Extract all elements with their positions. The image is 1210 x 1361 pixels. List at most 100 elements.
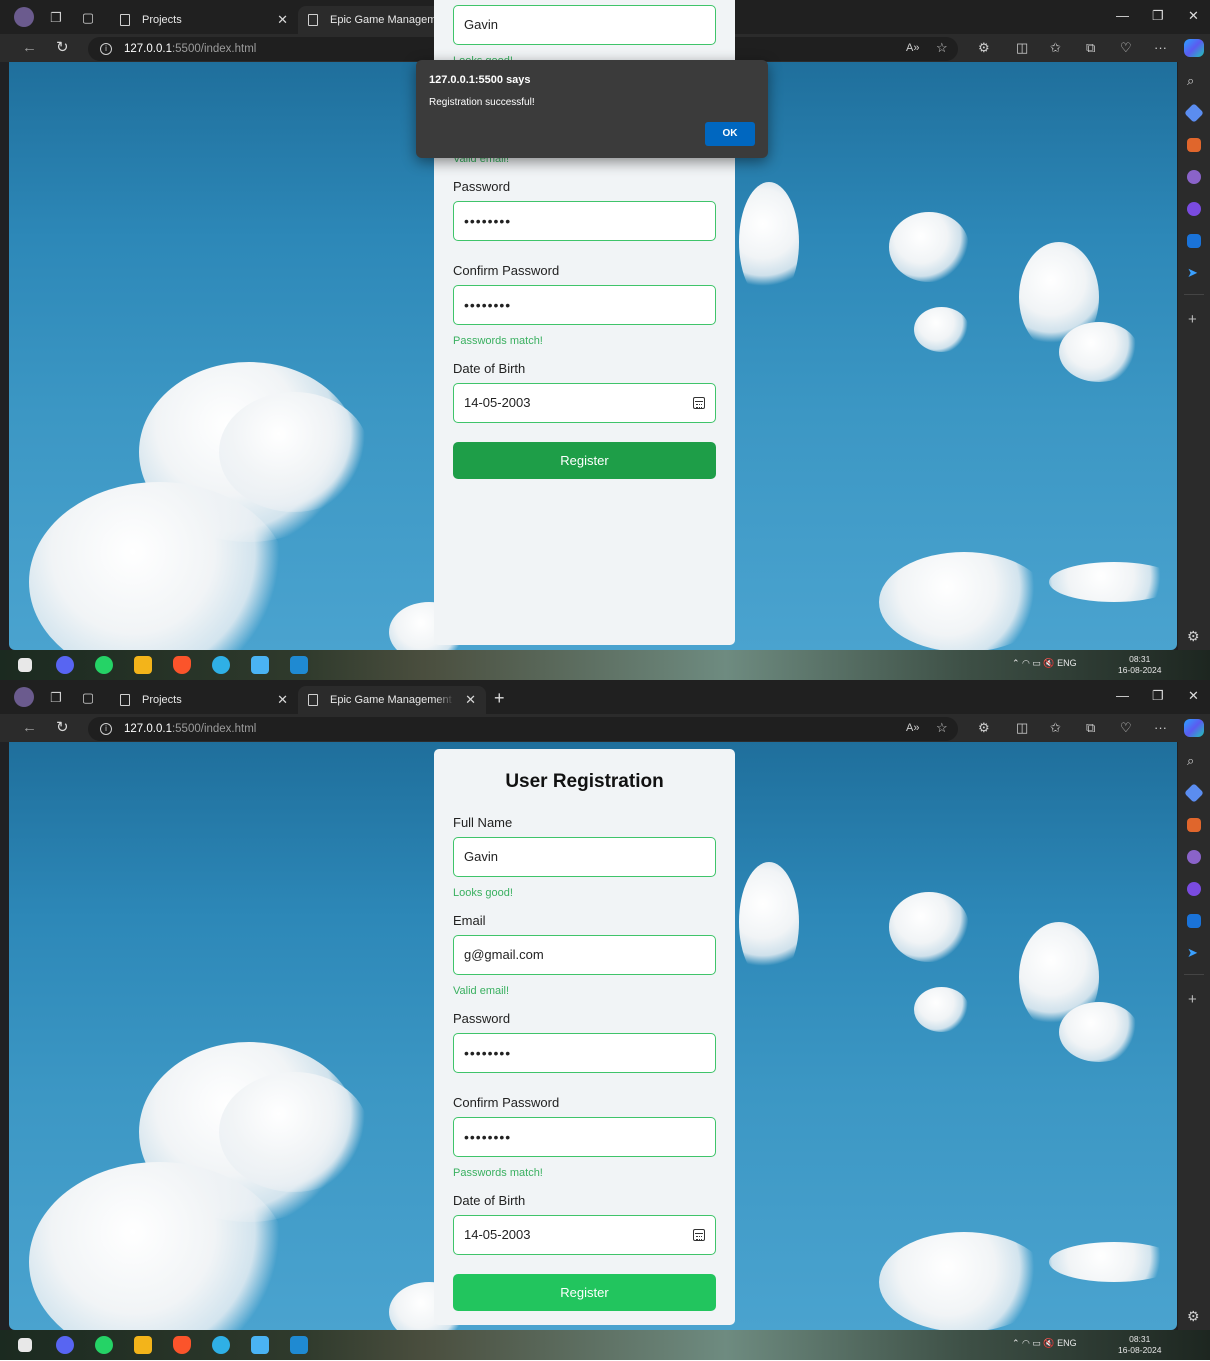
edge-icon[interactable] [212, 656, 230, 674]
send-icon[interactable]: ➤ [1187, 946, 1201, 960]
info-icon[interactable]: i [100, 43, 112, 55]
settings-icon[interactable]: ⚙ [1187, 628, 1200, 645]
new-tab-icon[interactable]: + [494, 686, 505, 710]
tab-projects[interactable]: Projects ✕ [110, 686, 298, 714]
star-icon[interactable]: ☆ [936, 40, 948, 56]
vscode-icon[interactable] [290, 656, 308, 674]
copilot-app-icon[interactable] [1187, 882, 1201, 896]
calendar-icon[interactable] [693, 397, 705, 409]
file-explorer-icon[interactable] [134, 1336, 152, 1354]
reload-icon[interactable]: ↻ [56, 39, 69, 57]
system-tray[interactable]: ⌃ ◠ ▭ 🔇 ENG [1012, 1338, 1077, 1349]
extensions-icon[interactable]: ⚙ [978, 40, 990, 56]
toolbox-icon[interactable] [1187, 138, 1201, 152]
confirm-password-input[interactable]: •••••••• [453, 285, 716, 325]
tab-actions-icon[interactable]: ▢ [80, 10, 96, 26]
close-window-icon[interactable]: ✕ [1188, 8, 1199, 24]
vscode-icon[interactable] [290, 1336, 308, 1354]
send-icon[interactable]: ➤ [1187, 266, 1201, 280]
workspaces-icon[interactable]: ❐ [48, 10, 64, 26]
extensions-icon[interactable]: ⚙ [978, 720, 990, 736]
split-screen-icon[interactable]: ◫ [1016, 720, 1028, 736]
tab-close-icon[interactable]: ✕ [277, 6, 288, 34]
copilot-icon[interactable] [1184, 39, 1204, 57]
full-name-feedback: Looks good! [453, 887, 513, 899]
tab-epic-game-store[interactable]: Epic Game Management Store - ✕ [298, 686, 486, 714]
add-icon[interactable]: + [1188, 312, 1197, 327]
copilot-icon[interactable] [1184, 719, 1204, 737]
tab-projects[interactable]: Projects ✕ [110, 6, 298, 34]
dob-input[interactable]: 14-05-2003 [453, 383, 716, 423]
tab-actions-icon[interactable]: ▢ [80, 690, 96, 706]
info-icon[interactable]: i [100, 723, 112, 735]
search-icon[interactable]: ⌕ [1187, 74, 1201, 88]
app-icon[interactable] [251, 656, 269, 674]
split-screen-icon[interactable]: ◫ [1016, 40, 1028, 56]
restore-icon[interactable]: ❐ [1152, 8, 1164, 24]
add-icon[interactable]: + [1188, 992, 1197, 1007]
alert-ok-button[interactable]: OK [705, 122, 755, 146]
settings-icon[interactable]: ⚙ [1187, 1308, 1200, 1325]
browser-essentials-icon[interactable]: ♡ [1120, 40, 1132, 56]
close-window-icon[interactable]: ✕ [1188, 688, 1199, 704]
more-icon[interactable]: ··· [1154, 720, 1167, 736]
clock[interactable]: 08:31 16-08-2024 [1118, 1334, 1161, 1356]
password-input[interactable]: •••••••• [453, 1033, 716, 1073]
full-name-input[interactable]: Gavin [453, 5, 716, 45]
dob-label: Date of Birth [453, 361, 526, 376]
collections-icon[interactable]: ⧉ [1086, 720, 1095, 736]
restore-icon[interactable]: ❐ [1152, 688, 1164, 704]
dob-input[interactable]: 14-05-2003 [453, 1215, 716, 1255]
people-icon[interactable] [1187, 170, 1201, 184]
tab-close-icon[interactable]: ✕ [277, 686, 288, 714]
profile-avatar[interactable] [14, 7, 34, 27]
windows-start-icon[interactable] [18, 1338, 32, 1352]
browser-essentials-icon[interactable]: ♡ [1120, 720, 1132, 736]
workspaces-icon[interactable]: ❐ [48, 690, 64, 706]
register-button[interactable]: Register [453, 442, 716, 479]
more-icon[interactable]: ··· [1154, 40, 1167, 56]
back-arrow-icon[interactable]: ← [22, 39, 37, 57]
outlook-icon[interactable] [1187, 234, 1201, 248]
brave-icon[interactable] [173, 656, 191, 674]
edge-icon[interactable] [212, 1336, 230, 1354]
profile-avatar[interactable] [14, 687, 34, 707]
system-tray[interactable]: ⌃ ◠ ▭ 🔇 ENG [1012, 658, 1077, 669]
register-button[interactable]: Register [453, 1274, 716, 1311]
copilot-app-icon[interactable] [1187, 202, 1201, 216]
discord-icon[interactable] [56, 1336, 74, 1354]
back-arrow-icon[interactable]: ← [22, 719, 37, 737]
tag-icon[interactable] [1184, 103, 1204, 123]
form-title: User Registration [505, 771, 664, 792]
reload-icon[interactable]: ↻ [56, 719, 69, 737]
cloud [219, 1072, 369, 1192]
collections-icon[interactable]: ⧉ [1086, 40, 1095, 56]
favorites-icon[interactable]: ✩ [1050, 40, 1061, 56]
search-icon[interactable]: ⌕ [1187, 754, 1201, 768]
tab-close-icon[interactable]: ✕ [465, 686, 476, 714]
email-input[interactable]: g@gmail.com [453, 935, 716, 975]
read-aloud-icon[interactable]: A» [906, 40, 919, 56]
file-explorer-icon[interactable] [134, 656, 152, 674]
toolbox-icon[interactable] [1187, 818, 1201, 832]
whatsapp-icon[interactable] [95, 656, 113, 674]
brave-icon[interactable] [173, 1336, 191, 1354]
read-aloud-icon[interactable]: A» [906, 720, 919, 736]
calendar-icon[interactable] [693, 1229, 705, 1241]
tag-icon[interactable] [1184, 783, 1204, 803]
app-icon[interactable] [251, 1336, 269, 1354]
discord-icon[interactable] [56, 656, 74, 674]
people-icon[interactable] [1187, 850, 1201, 864]
whatsapp-icon[interactable] [95, 1336, 113, 1354]
password-input[interactable]: •••••••• [453, 201, 716, 241]
full-name-input[interactable]: Gavin [453, 837, 716, 877]
confirm-password-input[interactable]: •••••••• [453, 1117, 716, 1157]
minimize-icon[interactable]: — [1116, 688, 1129, 703]
star-icon[interactable]: ☆ [936, 720, 948, 736]
clock[interactable]: 08:31 16-08-2024 [1118, 654, 1161, 676]
windows-start-icon[interactable] [18, 658, 32, 672]
favorites-icon[interactable]: ✩ [1050, 720, 1061, 736]
outlook-icon[interactable] [1187, 914, 1201, 928]
url-field[interactable]: i 127.0.0.1:5500/index.html [88, 717, 958, 741]
minimize-icon[interactable]: — [1116, 8, 1129, 23]
